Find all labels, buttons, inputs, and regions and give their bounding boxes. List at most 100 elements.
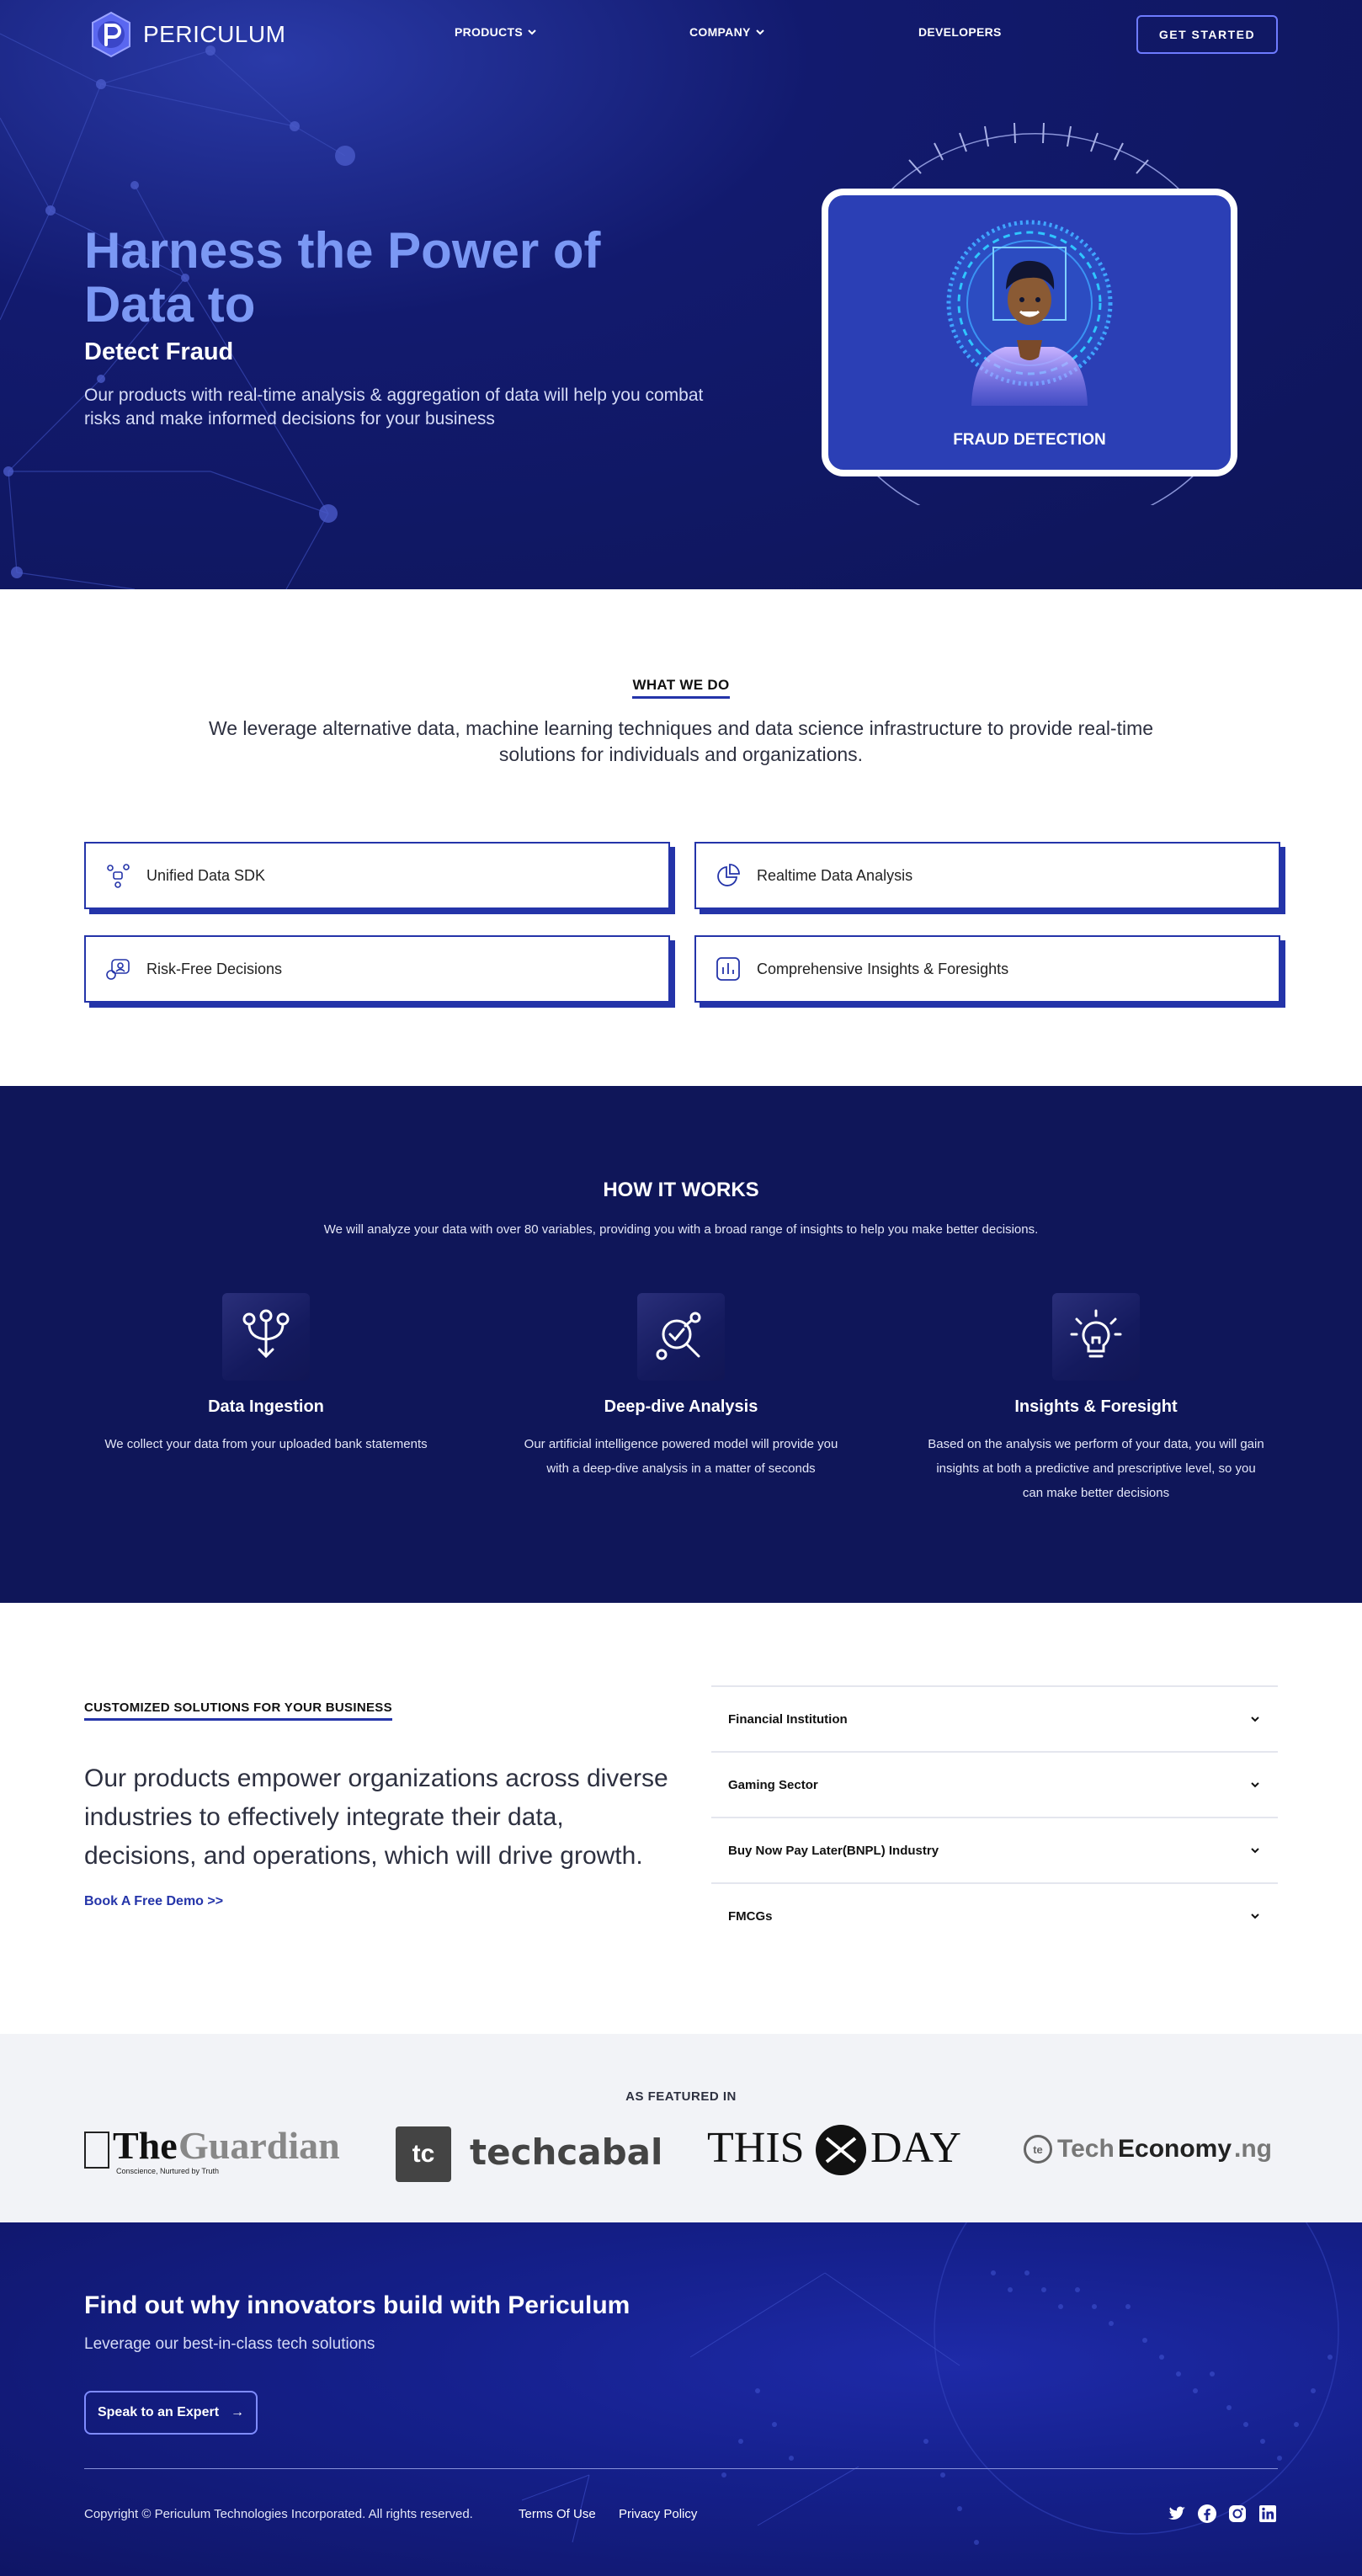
guardian-emblem-icon: [84, 2132, 109, 2169]
footer-divider: [84, 2468, 1278, 2469]
feature-risk-free-decisions[interactable]: Risk-Free Decisions: [84, 935, 670, 1003]
featured-title: AS FEATURED IN: [625, 2089, 737, 2104]
how-it-works-section: HOW IT WORKS We will analyze your data w…: [0, 1086, 1362, 1603]
privacy-link[interactable]: Privacy Policy: [619, 2507, 697, 2521]
linkedin-icon[interactable]: [1258, 2504, 1278, 2524]
fraud-detection-label: FRAUD DETECTION: [953, 431, 1106, 449]
pie-chart-icon: [717, 864, 740, 886]
accordion-label: Gaming Sector: [728, 1777, 818, 1792]
step-data-ingestion: Data Ingestion We collect your data from…: [89, 1293, 443, 1456]
ingestion-icon: [242, 1309, 290, 1359]
nav-company-label: COMPANY: [689, 25, 751, 39]
solutions-text: Our products empower organizations acros…: [84, 1764, 668, 1870]
chevron-down-icon: [1251, 1782, 1259, 1788]
solutions-heading: CUSTOMIZED SOLUTIONS FOR YOUR BUSINESS: [84, 1699, 392, 1721]
accordion-label: FMCGs: [728, 1908, 773, 1924]
chevron-down-icon: [755, 29, 764, 35]
twitter-icon[interactable]: [1167, 2504, 1187, 2524]
bar-chart-icon: [716, 957, 740, 981]
person-scan-icon: [946, 220, 1113, 406]
feature-unified-data-sdk[interactable]: Unified Data SDK: [84, 842, 670, 909]
what-we-do-label: WHAT WE DO: [632, 677, 730, 699]
techeconomy-logo[interactable]: te Tech Economy .ng: [1024, 2115, 1285, 2182]
chevron-down-icon: [528, 29, 536, 35]
feature-label: Risk-Free Decisions: [146, 960, 283, 977]
nav-company[interactable]: COMPANY: [689, 25, 764, 39]
cta-subtitle: Leverage our best-in-class tech solution…: [84, 2335, 375, 2353]
fraud-detection-illustration: FRAUD DETECTION: [808, 118, 1263, 505]
terms-link[interactable]: Terms Of Use: [519, 2507, 596, 2521]
speak-to-expert-label: Speak to an Expert: [97, 2405, 220, 2419]
chevron-down-icon: [1251, 1913, 1259, 1919]
step-description: Our artificial intelligence powered mode…: [524, 1437, 838, 1476]
techeconomy-mark-icon: te: [1024, 2135, 1052, 2164]
step-insights-foresight: Insights & Foresight Based on the analys…: [919, 1293, 1273, 1505]
brand-logo[interactable]: PERICULUM: [88, 11, 285, 58]
step-description: We collect your data from your uploaded …: [104, 1437, 428, 1451]
accordion-bnpl[interactable]: Buy Now Pay Later(BNPL) Industry: [711, 1817, 1278, 1882]
hero-subtitle: Detect Fraud: [84, 338, 234, 365]
top-nav: PERICULUM PRODUCTS COMPANY DEVELOPERS GE…: [0, 0, 1362, 67]
step-title: Data Ingestion: [208, 1397, 324, 1416]
how-it-works-title: HOW IT WORKS: [603, 1179, 759, 1201]
techcabal-wordmark: techcabal: [470, 2132, 663, 2173]
techcabal-logo[interactable]: tc techcabal: [396, 2115, 662, 2182]
cta-footer-section: Find out why innovators build with Peric…: [0, 2222, 1362, 2576]
lightbulb-icon: [1070, 1309, 1122, 1358]
feature-realtime-data-analysis[interactable]: Realtime Data Analysis: [694, 842, 1280, 909]
step-icon-box: [1052, 1293, 1140, 1381]
chevron-down-icon: [1251, 1716, 1259, 1722]
brand-name: PERICULUM: [143, 21, 286, 47]
hero-section: PERICULUM PRODUCTS COMPANY DEVELOPERS GE…: [0, 0, 1362, 589]
guardian-logo[interactable]: The Guardian Conscience, Nurtured by Tru…: [84, 2115, 345, 2182]
guardian-logo-guardian: Guardian: [178, 2124, 340, 2167]
step-description: Based on the analysis we perform of your…: [928, 1437, 1264, 1500]
techcabal-mark-icon: tc: [396, 2126, 451, 2182]
decision-icon: [106, 959, 130, 980]
step-deep-dive-analysis: Deep-dive Analysis Our artificial intell…: [504, 1293, 858, 1481]
techeconomy-logo-tech: Tech: [1057, 2135, 1115, 2163]
periculum-logo-icon: [92, 11, 130, 58]
fraud-detection-card: FRAUD DETECTION: [822, 189, 1237, 476]
thisday-logo-this: THIS: [707, 2124, 805, 2172]
accordion-label: Buy Now Pay Later(BNPL) Industry: [728, 1843, 939, 1858]
accordion-fmcgs[interactable]: FMCGs: [711, 1882, 1278, 1948]
accordion-gaming-sector[interactable]: Gaming Sector: [711, 1751, 1278, 1817]
chevron-down-icon: [1251, 1848, 1259, 1854]
nav-products-label: PRODUCTS: [455, 25, 523, 39]
techeconomy-logo-economy: Economy: [1118, 2135, 1232, 2163]
what-we-do-heading: WHAT WE DO: [0, 677, 1362, 699]
analysis-icon: [656, 1312, 701, 1360]
feature-comprehensive-insights[interactable]: Comprehensive Insights & Foresights: [694, 935, 1280, 1003]
instagram-icon[interactable]: [1227, 2504, 1248, 2524]
step-icon-box: [637, 1293, 725, 1381]
get-started-button[interactable]: GET STARTED: [1136, 15, 1278, 54]
hero-title: Harness the Power of Data to: [84, 222, 601, 333]
nav-developers-label: DEVELOPERS: [918, 25, 1002, 39]
solutions-label: CUSTOMIZED SOLUTIONS FOR YOUR BUSINESS: [84, 1700, 392, 1721]
feature-label: Unified Data SDK: [146, 866, 266, 884]
nav-products[interactable]: PRODUCTS: [455, 25, 536, 39]
arrow-right-icon: →: [231, 2405, 245, 2419]
step-title: Deep-dive Analysis: [604, 1397, 758, 1416]
nav-developers[interactable]: DEVELOPERS: [918, 25, 1002, 39]
thisday-logo[interactable]: THIS DAY: [707, 2115, 968, 2182]
guardian-tagline: Conscience, Nurtured by Truth: [116, 2167, 220, 2175]
accordion-financial-institution[interactable]: Financial Institution: [711, 1685, 1278, 1751]
accordion-label: Financial Institution: [728, 1711, 848, 1727]
techeconomy-logo-ng: .ng: [1234, 2135, 1272, 2163]
book-demo-link[interactable]: Book A Free Demo >>: [84, 1894, 223, 1909]
thisday-logo-day: DAY: [870, 2124, 961, 2172]
step-title: Insights & Foresight: [1014, 1397, 1178, 1416]
step-icon-box: [222, 1293, 310, 1381]
hero-description: Our products with real-time analysis & a…: [84, 386, 704, 428]
guardian-logo-the: The: [113, 2124, 178, 2167]
sdk-icon: [107, 864, 130, 888]
speak-to-expert-button[interactable]: Speak to an Expert →: [84, 2391, 258, 2435]
how-it-works-description: We will analyze your data with over 80 v…: [323, 1222, 1039, 1237]
what-we-do-description: We leverage alternative data, machine le…: [208, 717, 1154, 765]
featured-section: AS FEATURED IN The Guardian Conscience, …: [0, 2034, 1362, 2222]
facebook-icon[interactable]: [1197, 2504, 1217, 2524]
thisday-globe-icon: [816, 2125, 866, 2175]
feature-label: Comprehensive Insights & Foresights: [757, 960, 1009, 977]
